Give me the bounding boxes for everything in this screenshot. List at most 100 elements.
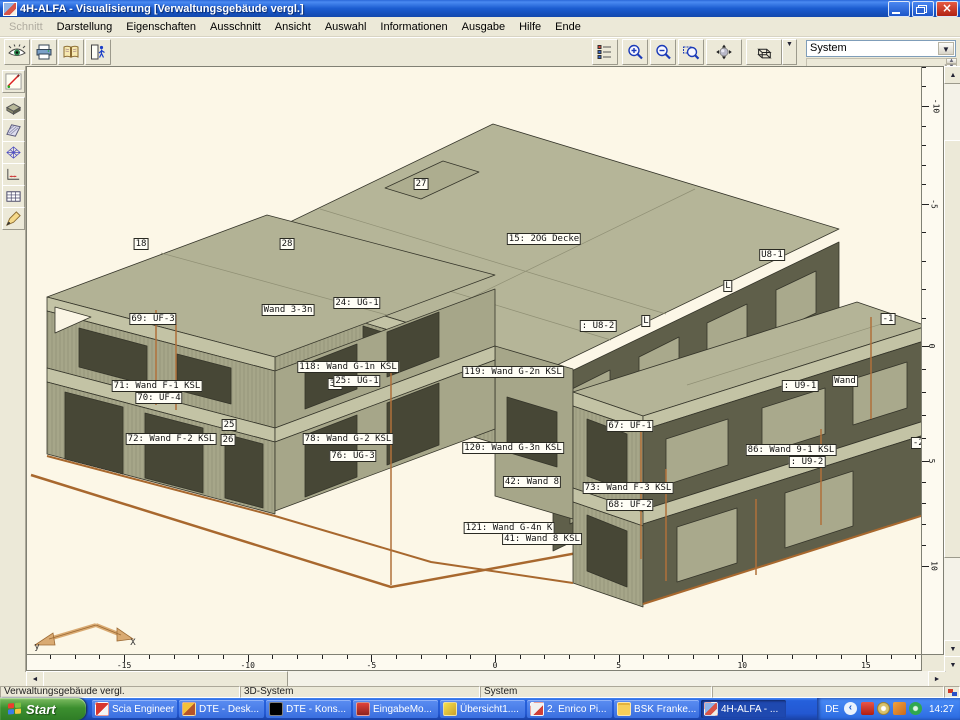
vertical-scrollbar[interactable]: ▲ ▼ ▼ [944, 66, 960, 672]
menu-item-auswahl[interactable]: Auswahl [318, 19, 374, 35]
start-button[interactable]: Start [0, 698, 86, 720]
viewport-3d[interactable]: 18282715: 2OG DeckeWand 3-3n24: UG-169: … [26, 66, 922, 655]
model-label: 18 [134, 238, 149, 250]
model-label: 70: UF-4 [135, 392, 182, 404]
dte-desk-icon [182, 702, 196, 716]
pan-icon [715, 43, 733, 61]
model-label: 68: UF-2 [606, 499, 653, 511]
taskbar-button-label: EingabeMo... [373, 704, 432, 715]
taskbar-button-console[interactable]: DTE - Kons... [266, 700, 351, 718]
chevron-icon[interactable]: ‹ [844, 702, 857, 715]
folder-icon [617, 702, 631, 716]
model-label: 76: UG-3 [329, 450, 376, 462]
tray-icons: ‹ [844, 700, 925, 718]
taskbar-button-label: Übersicht1.... [460, 704, 519, 715]
zoom-out-button[interactable] [650, 39, 676, 65]
vertical-ruler: -10-50510 [922, 66, 944, 655]
menu-item-ausgabe[interactable]: Ausgabe [455, 19, 512, 35]
menu-item-hilfe[interactable]: Hilfe [512, 19, 548, 35]
print-button[interactable] [31, 39, 57, 65]
model-label: 121: Wand G-4n K [464, 522, 555, 534]
menu-item-eigenschaften[interactable]: Eigenschaften [119, 19, 203, 35]
close-button[interactable]: × [936, 1, 958, 17]
pan-button[interactable] [706, 39, 742, 65]
model-label: -1 [881, 313, 896, 325]
system-tray: DE ‹ 14:27 [817, 698, 960, 720]
restore-button[interactable] [912, 1, 934, 17]
axis-triad-icon [35, 625, 133, 645]
slab-icon [5, 100, 22, 117]
model-label: : U8-2 [580, 320, 617, 332]
model-label: 71: Wand F-1 KSL [112, 380, 203, 392]
zoom-out-icon [654, 43, 672, 61]
edit-pen-button[interactable] [2, 70, 25, 93]
model-label: 25 [222, 419, 237, 431]
box-3d-button[interactable] [746, 39, 782, 65]
dimension-button[interactable] [2, 163, 25, 186]
menu-item-darstellung[interactable]: Darstellung [50, 19, 120, 35]
minimize-button[interactable] [888, 1, 910, 17]
report-book-icon [62, 43, 80, 61]
table-button[interactable] [2, 185, 25, 208]
sketch-pen-button[interactable] [2, 207, 25, 230]
report-book-button[interactable] [58, 39, 84, 65]
zoom-in-button[interactable] [622, 39, 648, 65]
model-label: 119: Wand G-2n KSL [462, 366, 564, 378]
taskbar-button-scia[interactable]: Scia Engineer [92, 700, 177, 718]
pen-icon[interactable] [893, 702, 906, 715]
exit-door-icon [89, 43, 107, 61]
horizontal-scrollbar[interactable]: ◄ ► [26, 671, 944, 686]
model-label: 26 [221, 434, 236, 446]
close-icon: × [937, 1, 957, 16]
scroll-up-icon[interactable]: ▲ [944, 66, 960, 84]
app-window: 4H-ALFA - Visualisierung [Verwaltungsgeb… [0, 0, 960, 720]
tree-list-icon [596, 43, 614, 61]
model-label: : U9-1 [782, 380, 819, 392]
status-bar: Verwaltungsgebäude vergl. 3D-System Syst… [0, 686, 960, 698]
model-label: 24: UG-1 [333, 297, 380, 309]
dimension-icon [5, 166, 22, 183]
badge-icon[interactable] [909, 702, 922, 715]
mesh-button[interactable] [2, 141, 25, 164]
taskbar-button-label: 2. Enrico Pi... [547, 704, 606, 715]
taskbar-button-label: Scia Engineer [112, 704, 174, 715]
red-app-icon[interactable] [861, 702, 874, 715]
taskbar-button-enrico[interactable]: 2. Enrico Pi... [527, 700, 612, 718]
vertical-scroll-thumb[interactable] [944, 140, 960, 558]
tree-list-button[interactable] [592, 39, 618, 65]
model-label: 15: 2OG Decke [507, 233, 581, 245]
minimize-icon [892, 12, 900, 14]
menu-item-ansicht[interactable]: Ansicht [268, 19, 318, 35]
view-eye-button[interactable] [4, 39, 30, 65]
taskbar-button-dte-desk[interactable]: DTE - Desk... [179, 700, 264, 718]
status-indicator-icon [944, 686, 960, 698]
menu-item-informationen[interactable]: Informationen [373, 19, 454, 35]
taskbar-button-label: DTE - Kons... [286, 704, 346, 715]
system-combobox[interactable]: System ▼ [806, 40, 956, 57]
menu-item-schnitt: Schnitt [2, 19, 50, 35]
taskbar-button-eingabe[interactable]: EingabeMo... [353, 700, 438, 718]
alfa-icon [704, 702, 718, 716]
chevron-down-icon[interactable]: ▼ [938, 42, 954, 55]
taskbar-button-uebersicht[interactable]: Übersicht1.... [440, 700, 525, 718]
status-document: Verwaltungsgebäude vergl. [0, 686, 240, 698]
menu-item-ausschnitt[interactable]: Ausschnitt [203, 19, 268, 35]
menu-item-ende[interactable]: Ende [548, 19, 588, 35]
taskbar-button-alfa[interactable]: 4H-ALFA - ... [701, 700, 786, 718]
model-label: 25: UG-1 [333, 375, 380, 387]
language-indicator[interactable]: DE [825, 704, 839, 715]
zoom-window-button[interactable] [678, 39, 704, 65]
uebersicht-icon [443, 702, 457, 716]
model-label: 78: Wand G-2 KSL [303, 433, 394, 445]
view-mode-dropdown-button[interactable]: ▼ [782, 39, 797, 65]
model-label: 73: Wand F-3 KSL [583, 482, 674, 494]
window-title: 4H-ALFA - Visualisierung [Verwaltungsgeb… [20, 3, 886, 15]
eingabe-icon [356, 702, 370, 716]
cd-icon[interactable] [877, 702, 890, 715]
taskbar-button-label: DTE - Desk... [199, 704, 259, 715]
model-label-overlay: 18282715: 2OG DeckeWand 3-3n24: UG-169: … [27, 67, 922, 655]
slab-button[interactable] [2, 97, 25, 120]
exit-door-button[interactable] [85, 39, 111, 65]
taskbar-button-folder[interactable]: BSK Franke... [614, 700, 699, 718]
hatch-plane-button[interactable] [2, 119, 25, 142]
